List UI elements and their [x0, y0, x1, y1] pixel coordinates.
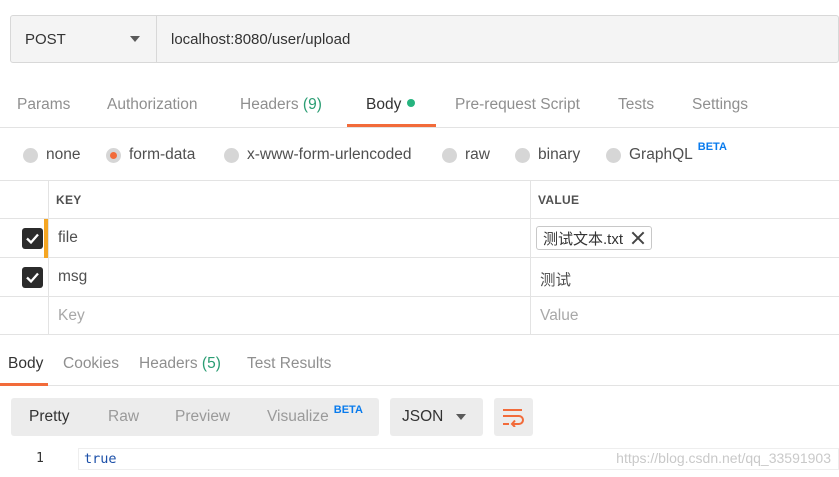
- body-indicator-dot: [407, 99, 416, 107]
- table-header-row: KEY VALUE: [0, 181, 839, 219]
- key-cell[interactable]: file: [58, 229, 78, 247]
- tab-pre-request-script[interactable]: Pre-request Script: [455, 96, 580, 114]
- table-row: msg 测试: [0, 258, 839, 297]
- language-select[interactable]: JSON: [390, 398, 483, 436]
- wrap-lines-button[interactable]: [494, 398, 533, 436]
- row-checkbox[interactable]: [22, 228, 43, 249]
- request-url-bar: POST localhost:8080/user/upload: [10, 15, 839, 63]
- column-divider: [48, 181, 49, 218]
- wrap-lines-icon: [503, 409, 524, 427]
- resp-tab-test-results[interactable]: Test Results: [247, 355, 331, 373]
- resp-tab-body[interactable]: Body: [8, 355, 43, 373]
- active-tab-underline: [0, 383, 48, 386]
- view-mode-group: Pretty Raw Preview Visualize BETA: [11, 398, 379, 436]
- radio-binary-label: binary: [538, 146, 581, 163]
- key-input[interactable]: Key: [58, 307, 85, 325]
- tab-settings[interactable]: Settings: [692, 96, 748, 114]
- radio-circle-icon: [442, 147, 457, 163]
- tab-headers-label: Headers: [240, 96, 299, 113]
- resp-tab-headers-label: Headers: [139, 355, 198, 372]
- column-divider: [530, 181, 531, 218]
- value-cell[interactable]: 测试: [540, 268, 571, 290]
- language-label: JSON: [402, 408, 444, 425]
- close-icon[interactable]: [631, 231, 645, 245]
- radio-circle-icon: [606, 147, 621, 163]
- key-cell[interactable]: msg: [58, 268, 87, 286]
- active-tab-underline: [347, 124, 436, 127]
- file-name: 测试文本.txt: [543, 230, 624, 248]
- value-input[interactable]: Value: [540, 307, 579, 325]
- resp-tab-headers-count: (5): [201, 355, 221, 372]
- tab-authorization[interactable]: Authorization: [107, 96, 197, 114]
- radio-raw[interactable]: raw: [442, 146, 490, 164]
- column-divider: [530, 219, 531, 257]
- beta-badge: BETA: [697, 141, 727, 153]
- key-column-header: KEY: [56, 193, 82, 207]
- radio-circle-icon: [515, 147, 530, 163]
- radio-form-data[interactable]: form-data: [106, 146, 195, 164]
- method-label: POST: [25, 30, 66, 48]
- view-preview[interactable]: Preview: [175, 408, 230, 426]
- new-row: Key Value: [0, 297, 839, 335]
- column-divider: [48, 219, 49, 257]
- radio-graphql[interactable]: GraphQL BETA: [606, 141, 727, 164]
- view-raw[interactable]: Raw: [108, 408, 139, 426]
- method-select[interactable]: POST: [11, 16, 157, 62]
- watermark: https://blog.csdn.net/qq_33591903: [616, 450, 831, 466]
- tab-headers[interactable]: Headers (9): [240, 96, 322, 114]
- line-number: 1: [36, 451, 44, 466]
- radio-circle-icon: [224, 147, 239, 163]
- table-row: file 测试文本.txt: [0, 219, 839, 258]
- value-column-header: VALUE: [538, 193, 580, 207]
- checkmark-icon: [26, 272, 39, 284]
- tab-tests[interactable]: Tests: [618, 96, 654, 114]
- column-divider: [48, 297, 49, 334]
- tab-body[interactable]: Body: [366, 96, 416, 114]
- url-input[interactable]: localhost:8080/user/upload: [157, 16, 838, 62]
- tab-params[interactable]: Params: [17, 96, 70, 114]
- column-divider: [530, 258, 531, 296]
- radio-circle-icon: [23, 147, 38, 163]
- resp-tab-cookies[interactable]: Cookies: [63, 355, 119, 373]
- checkmark-icon: [26, 233, 39, 245]
- view-pretty[interactable]: Pretty: [29, 408, 69, 426]
- tab-headers-count: (9): [302, 96, 322, 113]
- file-chip[interactable]: 测试文本.txt: [536, 226, 653, 250]
- column-divider: [530, 297, 531, 334]
- chevron-down-icon: [456, 414, 466, 420]
- body-type-selector: none form-data x-www-form-urlencoded raw…: [0, 141, 839, 172]
- radio-graphql-label: GraphQL: [629, 146, 693, 163]
- radio-none[interactable]: none: [23, 146, 80, 164]
- tab-body-label: Body: [366, 96, 402, 113]
- response-content[interactable]: true: [84, 451, 117, 467]
- beta-badge: BETA: [333, 404, 363, 416]
- radio-none-label: none: [46, 146, 81, 163]
- chevron-down-icon: [130, 36, 140, 42]
- view-visualize-label: Visualize: [267, 408, 329, 425]
- row-checkbox[interactable]: [22, 267, 43, 288]
- response-tabs: Body Cookies Headers (5) Test Results: [0, 334, 839, 386]
- column-divider: [48, 258, 49, 296]
- form-data-table: KEY VALUE file 测试文本.txt msg 测试 Key Value: [0, 180, 839, 335]
- view-visualize[interactable]: Visualize BETA: [267, 404, 363, 426]
- resp-tab-headers[interactable]: Headers (5): [139, 355, 221, 373]
- radio-binary[interactable]: binary: [515, 146, 580, 164]
- radio-urlencoded[interactable]: x-www-form-urlencoded: [224, 146, 412, 164]
- radio-selected-icon: [106, 147, 121, 163]
- request-tabs: Params Authorization Headers (9) Body Pr…: [0, 86, 839, 128]
- radio-urlencoded-label: x-www-form-urlencoded: [247, 146, 412, 163]
- radio-form-data-label: form-data: [129, 146, 196, 163]
- radio-raw-label: raw: [465, 146, 490, 163]
